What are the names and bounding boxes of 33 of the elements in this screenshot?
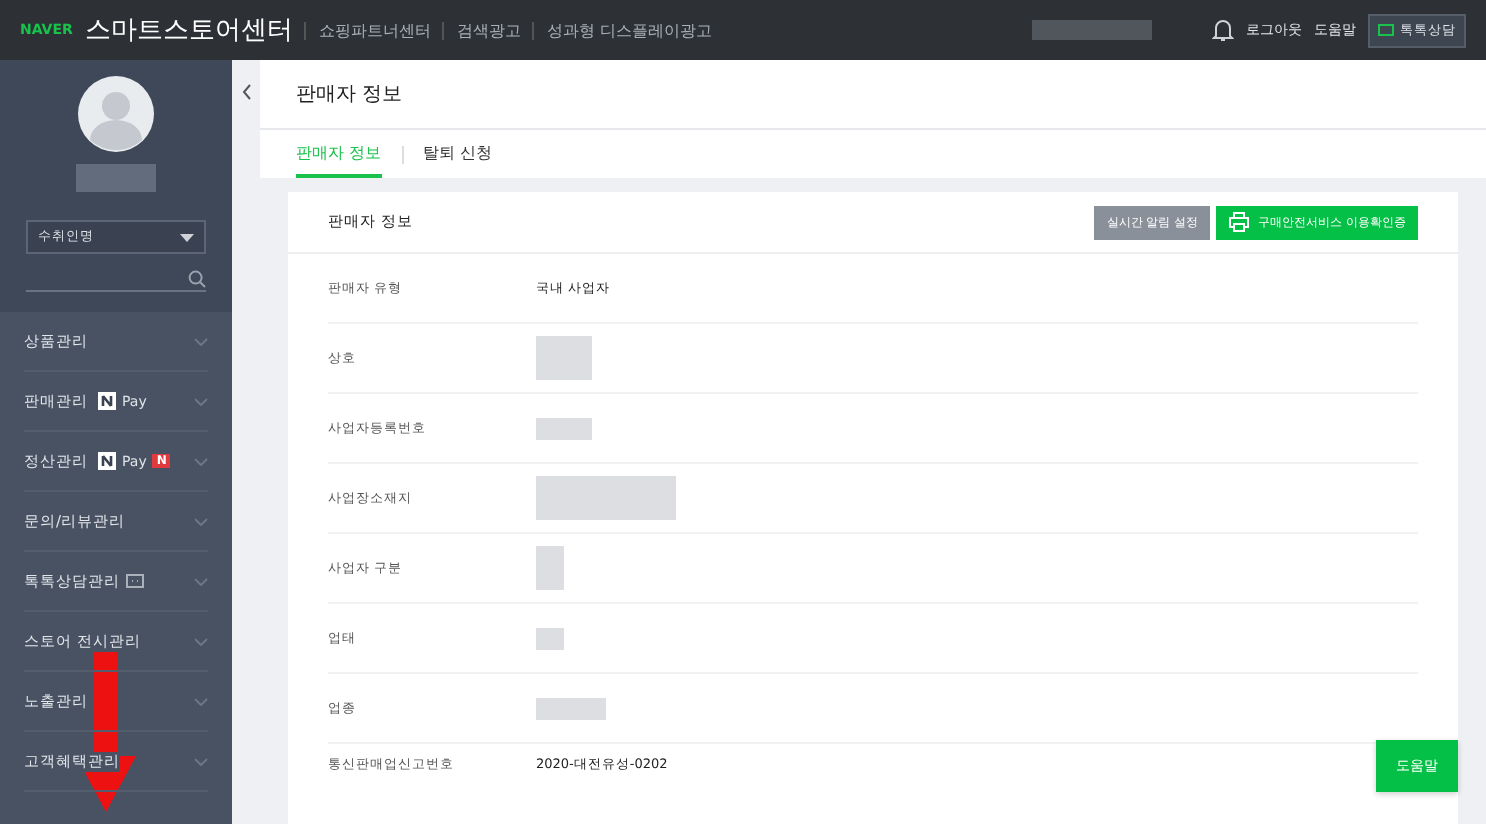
redacted-block: [536, 697, 606, 719]
caret-icon: [180, 233, 194, 241]
tab[interactable]: 탈퇴 신청: [423, 130, 493, 178]
top-link[interactable]: 검색광고: [456, 19, 521, 41]
redacted-block: [1032, 20, 1152, 40]
redacted-block: [536, 546, 564, 590]
printer-icon: [1228, 212, 1251, 232]
redacted-block: [536, 476, 676, 520]
chevron-down-icon: [194, 697, 208, 705]
chevron-down-icon: [194, 637, 208, 645]
redacted-block: [536, 627, 564, 649]
chevron-down-icon: [194, 517, 208, 525]
redacted-block: [76, 164, 156, 192]
chevron-down-icon: [194, 757, 208, 765]
search-field[interactable]: [26, 266, 206, 292]
chat-icon: [126, 573, 144, 589]
chevron-down-icon: [194, 337, 208, 345]
top-link[interactable]: 성과형 디스플레이광고: [546, 19, 712, 41]
chevron-down-icon: [194, 577, 208, 585]
chevron-down-icon: [194, 457, 208, 465]
redacted-block: [536, 417, 592, 439]
n-logo-icon: [98, 392, 116, 410]
page-title: 판매자 정보: [296, 82, 403, 108]
search-icon: [188, 269, 206, 287]
bell-icon[interactable]: [1212, 18, 1234, 42]
n-logo-icon: [98, 452, 116, 470]
chat-icon: [1378, 23, 1394, 37]
app-title[interactable]: 스마트스토어센터: [84, 12, 293, 48]
chevron-down-icon: [194, 397, 208, 405]
collapse-icon[interactable]: [241, 84, 251, 100]
top-link[interactable]: 쇼핑파트너센터: [318, 19, 431, 41]
redacted-block: [536, 336, 592, 380]
avatar-silhouette: [78, 76, 154, 152]
